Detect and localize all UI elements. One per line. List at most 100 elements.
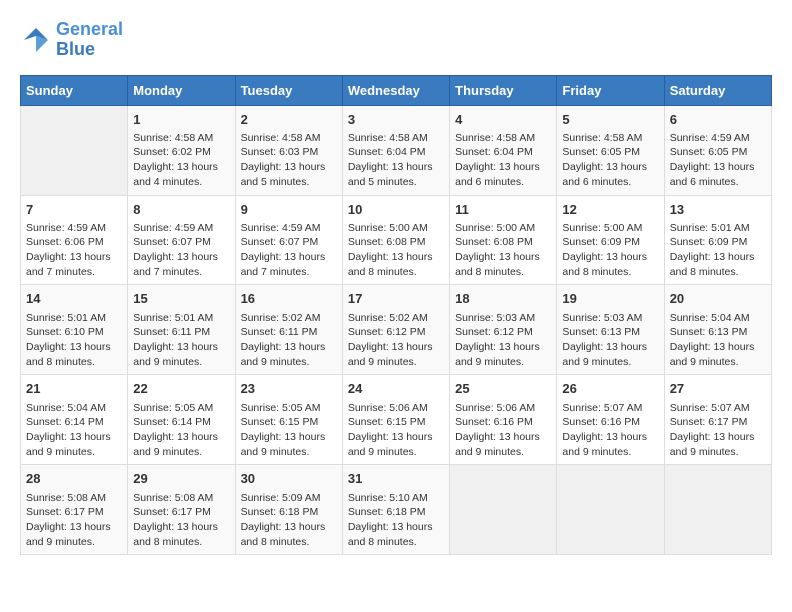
day-number: 30 xyxy=(241,470,337,488)
header-cell-thursday: Thursday xyxy=(450,75,557,105)
calendar-cell: 19 Sunrise: 5:03 AM Sunset: 6:13 PM Dayli… xyxy=(557,285,664,375)
day-info: Sunrise: 5:01 AM Sunset: 6:09 PM Dayligh… xyxy=(670,221,766,280)
calendar-cell: 25 Sunrise: 5:06 AM Sunset: 6:16 PM Dayli… xyxy=(450,375,557,465)
day-info: Sunrise: 5:01 AM Sunset: 6:10 PM Dayligh… xyxy=(26,311,122,370)
calendar-cell: 24Sunrise: 5:06 AM Sunset: 6:15 PM Dayli… xyxy=(342,375,449,465)
calendar-cell: 3Sunrise: 4:58 AM Sunset: 6:04 PM Daylig… xyxy=(342,105,449,195)
calendar-cell: 4 Sunrise: 4:58 AM Sunset: 6:04 PM Daylig… xyxy=(450,105,557,195)
calendar-cell: 9 Sunrise: 4:59 AM Sunset: 6:07 PM Daylig… xyxy=(235,195,342,285)
calendar-cell: 15 Sunrise: 5:01 AM Sunset: 6:11 PM Dayli… xyxy=(128,285,235,375)
calendar-cell: 13 Sunrise: 5:01 AM Sunset: 6:09 PM Dayli… xyxy=(664,195,771,285)
calendar-table: SundayMondayTuesdayWednesdayThursdayFrid… xyxy=(20,75,772,556)
day-info: Sunrise: 5:00 AM Sunset: 6:08 PM Dayligh… xyxy=(348,221,444,280)
day-info: Sunrise: 5:02 AM Sunset: 6:12 PM Dayligh… xyxy=(348,311,444,370)
day-number: 19 xyxy=(562,290,658,308)
day-info: Sunrise: 5:00 AM Sunset: 6:08 PM Dayligh… xyxy=(455,221,551,280)
logo-icon xyxy=(20,24,52,56)
day-number: 31 xyxy=(348,470,444,488)
calendar-cell: 29Sunrise: 5:08 AM Sunset: 6:17 PM Dayli… xyxy=(128,465,235,555)
day-number: 9 xyxy=(241,201,337,219)
calendar-cell: 14 Sunrise: 5:01 AM Sunset: 6:10 PM Dayli… xyxy=(21,285,128,375)
day-info: Sunrise: 5:03 AM Sunset: 6:13 PM Dayligh… xyxy=(562,311,658,370)
day-number: 23 xyxy=(241,380,337,398)
day-number: 16 xyxy=(241,290,337,308)
calendar-cell: 22Sunrise: 5:05 AM Sunset: 6:14 PM Dayli… xyxy=(128,375,235,465)
calendar-cell: 11Sunrise: 5:00 AM Sunset: 6:08 PM Dayli… xyxy=(450,195,557,285)
calendar-cell: 10 Sunrise: 5:00 AM Sunset: 6:08 PM Dayli… xyxy=(342,195,449,285)
day-info: Sunrise: 5:01 AM Sunset: 6:11 PM Dayligh… xyxy=(133,311,229,370)
calendar-cell: 17 Sunrise: 5:02 AM Sunset: 6:12 PM Dayli… xyxy=(342,285,449,375)
week-row-0: 1 Sunrise: 4:58 AM Sunset: 6:02 PM Daylig… xyxy=(21,105,772,195)
calendar-cell: 30 Sunrise: 5:09 AM Sunset: 6:18 PM Dayli… xyxy=(235,465,342,555)
header-cell-tuesday: Tuesday xyxy=(235,75,342,105)
day-info: Sunrise: 4:58 AM Sunset: 6:05 PM Dayligh… xyxy=(562,131,658,190)
calendar-cell: 5 Sunrise: 4:58 AM Sunset: 6:05 PM Daylig… xyxy=(557,105,664,195)
calendar-cell: 21 Sunrise: 5:04 AM Sunset: 6:14 PM Dayli… xyxy=(21,375,128,465)
calendar-cell: 1 Sunrise: 4:58 AM Sunset: 6:02 PM Daylig… xyxy=(128,105,235,195)
header-cell-monday: Monday xyxy=(128,75,235,105)
day-number: 4 xyxy=(455,111,551,129)
day-info: Sunrise: 4:58 AM Sunset: 6:03 PM Dayligh… xyxy=(241,131,337,190)
day-number: 10 xyxy=(348,201,444,219)
day-number: 7 xyxy=(26,201,122,219)
calendar-cell: 8Sunrise: 4:59 AM Sunset: 6:07 PM Daylig… xyxy=(128,195,235,285)
day-number: 22 xyxy=(133,380,229,398)
page-header: General Blue xyxy=(20,20,772,60)
week-row-1: 7Sunrise: 4:59 AM Sunset: 6:06 PM Daylig… xyxy=(21,195,772,285)
logo-text: General Blue xyxy=(56,20,123,60)
day-info: Sunrise: 5:05 AM Sunset: 6:15 PM Dayligh… xyxy=(241,401,337,460)
calendar-cell: 18Sunrise: 5:03 AM Sunset: 6:12 PM Dayli… xyxy=(450,285,557,375)
header-cell-wednesday: Wednesday xyxy=(342,75,449,105)
day-number: 6 xyxy=(670,111,766,129)
day-info: Sunrise: 4:58 AM Sunset: 6:04 PM Dayligh… xyxy=(348,131,444,190)
day-info: Sunrise: 5:10 AM Sunset: 6:18 PM Dayligh… xyxy=(348,491,444,550)
day-info: Sunrise: 5:03 AM Sunset: 6:12 PM Dayligh… xyxy=(455,311,551,370)
day-info: Sunrise: 5:07 AM Sunset: 6:17 PM Dayligh… xyxy=(670,401,766,460)
day-number: 20 xyxy=(670,290,766,308)
day-info: Sunrise: 4:59 AM Sunset: 6:05 PM Dayligh… xyxy=(670,131,766,190)
day-number: 26 xyxy=(562,380,658,398)
calendar-cell xyxy=(450,465,557,555)
day-number: 2 xyxy=(241,111,337,129)
day-info: Sunrise: 4:58 AM Sunset: 6:04 PM Dayligh… xyxy=(455,131,551,190)
day-info: Sunrise: 5:04 AM Sunset: 6:13 PM Dayligh… xyxy=(670,311,766,370)
day-number: 27 xyxy=(670,380,766,398)
day-info: Sunrise: 4:59 AM Sunset: 6:07 PM Dayligh… xyxy=(133,221,229,280)
header-cell-friday: Friday xyxy=(557,75,664,105)
day-number: 21 xyxy=(26,380,122,398)
calendar-cell: 26 Sunrise: 5:07 AM Sunset: 6:16 PM Dayli… xyxy=(557,375,664,465)
week-row-4: 28Sunrise: 5:08 AM Sunset: 6:17 PM Dayli… xyxy=(21,465,772,555)
day-info: Sunrise: 4:58 AM Sunset: 6:02 PM Dayligh… xyxy=(133,131,229,190)
week-row-2: 14 Sunrise: 5:01 AM Sunset: 6:10 PM Dayli… xyxy=(21,285,772,375)
day-info: Sunrise: 5:00 AM Sunset: 6:09 PM Dayligh… xyxy=(562,221,658,280)
day-info: Sunrise: 5:06 AM Sunset: 6:15 PM Dayligh… xyxy=(348,401,444,460)
calendar-cell xyxy=(664,465,771,555)
day-number: 12 xyxy=(562,201,658,219)
calendar-cell: 23 Sunrise: 5:05 AM Sunset: 6:15 PM Dayli… xyxy=(235,375,342,465)
day-info: Sunrise: 5:08 AM Sunset: 6:17 PM Dayligh… xyxy=(133,491,229,550)
day-info: Sunrise: 5:06 AM Sunset: 6:16 PM Dayligh… xyxy=(455,401,551,460)
day-info: Sunrise: 5:07 AM Sunset: 6:16 PM Dayligh… xyxy=(562,401,658,460)
day-number: 1 xyxy=(133,111,229,129)
day-number: 5 xyxy=(562,111,658,129)
day-info: Sunrise: 5:04 AM Sunset: 6:14 PM Dayligh… xyxy=(26,401,122,460)
day-number: 17 xyxy=(348,290,444,308)
calendar-cell: 6 Sunrise: 4:59 AM Sunset: 6:05 PM Daylig… xyxy=(664,105,771,195)
calendar-cell: 31 Sunrise: 5:10 AM Sunset: 6:18 PM Dayli… xyxy=(342,465,449,555)
day-number: 13 xyxy=(670,201,766,219)
calendar-cell xyxy=(21,105,128,195)
day-info: Sunrise: 5:09 AM Sunset: 6:18 PM Dayligh… xyxy=(241,491,337,550)
header-cell-saturday: Saturday xyxy=(664,75,771,105)
calendar-cell: 28Sunrise: 5:08 AM Sunset: 6:17 PM Dayli… xyxy=(21,465,128,555)
calendar-cell: 12 Sunrise: 5:00 AM Sunset: 6:09 PM Dayli… xyxy=(557,195,664,285)
calendar-cell: 7Sunrise: 4:59 AM Sunset: 6:06 PM Daylig… xyxy=(21,195,128,285)
calendar-cell xyxy=(557,465,664,555)
day-number: 15 xyxy=(133,290,229,308)
logo: General Blue xyxy=(20,20,123,60)
header-cell-sunday: Sunday xyxy=(21,75,128,105)
calendar-cell: 2 Sunrise: 4:58 AM Sunset: 6:03 PM Daylig… xyxy=(235,105,342,195)
day-number: 25 xyxy=(455,380,551,398)
day-info: Sunrise: 4:59 AM Sunset: 6:07 PM Dayligh… xyxy=(241,221,337,280)
day-number: 14 xyxy=(26,290,122,308)
week-row-3: 21 Sunrise: 5:04 AM Sunset: 6:14 PM Dayli… xyxy=(21,375,772,465)
